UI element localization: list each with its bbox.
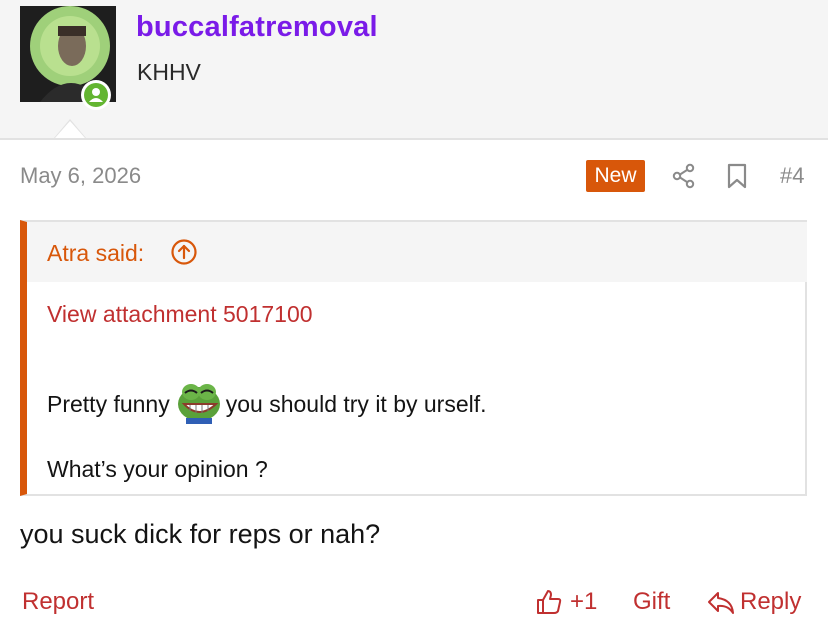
online-status-icon <box>81 80 111 110</box>
username-link[interactable]: buccalfatremoval <box>136 11 378 44</box>
thumbs-up-icon[interactable] <box>535 588 563 616</box>
new-badge: New <box>586 160 645 192</box>
reply-link[interactable]: Reply <box>740 588 801 616</box>
gift-link[interactable]: Gift <box>633 588 670 616</box>
quote-block: Atra said: View attachment 5017100 Prett… <box>20 220 807 496</box>
attachment-link[interactable]: View attachment 5017100 <box>47 301 313 328</box>
user-title: KHHV <box>137 59 201 85</box>
post-body: you suck dick for reps or nah? <box>20 519 381 549</box>
share-icon[interactable] <box>671 163 697 189</box>
quote-text-after: you should try it by urself. <box>225 391 487 418</box>
quote-line-2: What’s your opinion ? <box>47 456 268 482</box>
header-pointer-fill <box>55 121 85 138</box>
post-date[interactable]: May 6, 2026 <box>20 163 141 189</box>
post-user-header: buccalfatremoval KHHV <box>0 0 828 140</box>
bookmark-icon[interactable] <box>726 163 748 189</box>
reply-icon[interactable] <box>706 590 736 616</box>
like-count[interactable]: +1 <box>570 588 597 616</box>
post-number[interactable]: #4 <box>780 163 804 189</box>
quote-line-1: Pretty funny you should try it by urself… <box>47 384 487 428</box>
arrow-up-circle-icon[interactable] <box>170 238 198 266</box>
pepe-laugh-emoji <box>177 384 220 424</box>
report-link[interactable]: Report <box>22 588 94 616</box>
quote-text-before: Pretty funny <box>47 391 170 418</box>
quote-header: Atra said: <box>27 222 807 282</box>
quote-author[interactable]: Atra said: <box>47 240 144 267</box>
